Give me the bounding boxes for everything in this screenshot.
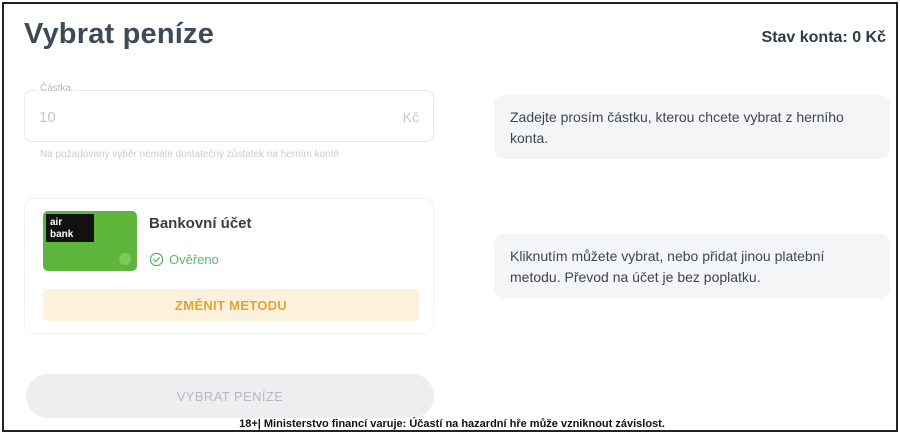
amount-info-text: Zadejte prosím částku, kterou chcete vyb… xyxy=(510,109,844,146)
change-method-button[interactable]: ZMĚNIT METODU xyxy=(43,289,419,321)
amount-label: Částka xyxy=(37,83,75,94)
page-title: Vybrat peníze xyxy=(24,18,215,50)
verified-status: Ověřeno xyxy=(149,252,219,267)
method-info-box: Kliknutím můžete vybrat, nebo přidat jin… xyxy=(494,234,890,298)
gambling-disclaimer: 18+| Ministerstvo financí varuje: Účastí… xyxy=(239,418,665,430)
amount-input[interactable]: Částka 10 Kč xyxy=(24,83,434,142)
check-circle-icon xyxy=(149,252,164,267)
account-balance: Stav konta: 0 Kč xyxy=(761,29,886,46)
airbank-logo: air bank xyxy=(46,214,94,242)
verified-label: Ověřeno xyxy=(169,252,219,267)
amount-info-box: Zadejte prosím částku, kterou chcete vyb… xyxy=(494,95,890,159)
amount-error-message: Na požadovaný výběr nemáte dostatečný zů… xyxy=(40,149,340,160)
payment-method-name: Bankovní účet xyxy=(149,215,252,232)
card-chip-icon xyxy=(119,253,131,265)
amount-value[interactable]: 10 xyxy=(39,109,56,126)
currency-suffix: Kč xyxy=(402,109,419,125)
withdraw-button[interactable]: VYBRAT PENÍZE xyxy=(26,374,434,418)
withdraw-panel: Vybrat peníze Stav konta: 0 Kč Částka 10… xyxy=(2,2,898,432)
method-info-text: Kliknutím můžete vybrat, nebo přidat jin… xyxy=(510,248,825,285)
payment-method-card[interactable]: air bank Bankovní účet Ověřeno ZMĚNIT ME… xyxy=(24,198,434,334)
bank-logo-line2: bank xyxy=(50,229,74,240)
bank-logo-line1: air xyxy=(50,217,63,228)
bank-card-image: air bank xyxy=(43,211,137,271)
